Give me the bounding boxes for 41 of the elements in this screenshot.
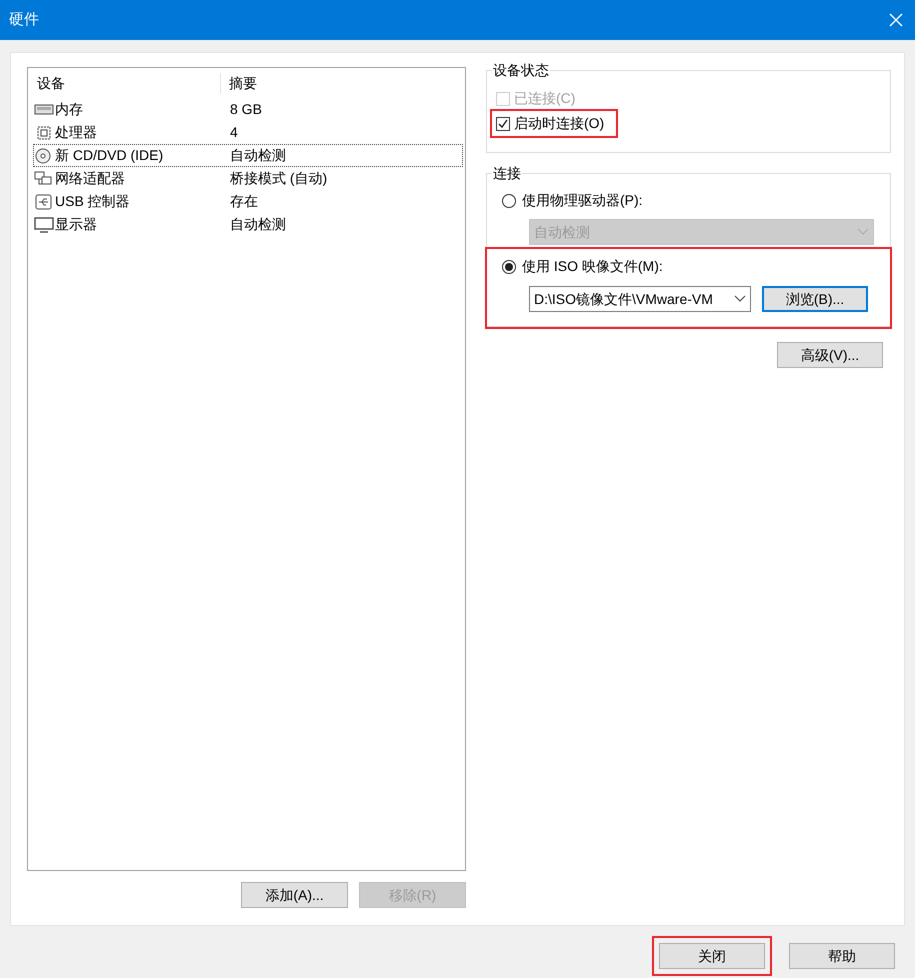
dialog-button[interactable]: 关闭	[659, 943, 765, 969]
device-name: 新 CD/DVD (IDE)	[55, 146, 164, 165]
checkbox-label: 启动时连接(O)	[514, 114, 604, 133]
list-action-button[interactable]: 添加(A)...	[241, 882, 348, 908]
advanced-button[interactable]: 高级(V)...	[777, 342, 883, 368]
device-row[interactable]: 内存 8 GB	[33, 98, 463, 121]
radio-label: 使用物理驱动器(P):	[522, 191, 643, 210]
checkbox[interactable]	[496, 116, 510, 130]
radio-button[interactable]	[502, 260, 516, 274]
device-row[interactable]: 新 CD/DVD (IDE) 自动检测	[33, 144, 463, 167]
dialog-button[interactable]: 帮助	[789, 943, 895, 969]
checkbox-label: 已连接(C)	[514, 89, 576, 108]
radio-button[interactable]	[502, 194, 516, 208]
chevron-down-icon	[734, 295, 746, 303]
device-row[interactable]: 处理器 4	[33, 121, 463, 144]
device-summary: 自动检测	[229, 215, 286, 234]
window-title: 硬件	[9, 10, 39, 30]
device-name: 内存	[55, 100, 83, 119]
column-header[interactable]: 摘要	[221, 72, 257, 94]
monitor-icon	[34, 216, 54, 232]
device-summary: 桥接模式 (自动)	[229, 169, 328, 188]
device-row[interactable]: USB 控制器 存在	[33, 190, 463, 213]
device-summary: 存在	[229, 192, 258, 211]
chevron-down-icon	[857, 228, 869, 236]
device-row[interactable]: 网络适配器 桥接模式 (自动)	[33, 167, 463, 190]
device-summary: 自动检测	[229, 146, 286, 165]
device-name: USB 控制器	[55, 192, 130, 211]
device-row[interactable]: 显示器 自动检测	[33, 213, 463, 236]
iso-path-combo[interactable]: D:\ISO镜像文件\VMware-VM	[529, 286, 751, 312]
device-name: 网络适配器	[55, 169, 125, 188]
device-summary: 8 GB	[229, 100, 262, 119]
memory-icon	[34, 102, 54, 118]
usb-icon	[34, 194, 54, 210]
device-name: 显示器	[55, 215, 97, 234]
column-header[interactable]: 设备	[28, 72, 221, 94]
device-summary: 4	[229, 123, 238, 142]
browse-button[interactable]: 浏览(B)...	[762, 286, 868, 312]
radio-label: 使用 ISO 映像文件(M):	[522, 257, 663, 276]
device-name: 处理器	[55, 123, 97, 142]
network-icon	[34, 170, 54, 186]
close-icon[interactable]	[889, 13, 903, 27]
